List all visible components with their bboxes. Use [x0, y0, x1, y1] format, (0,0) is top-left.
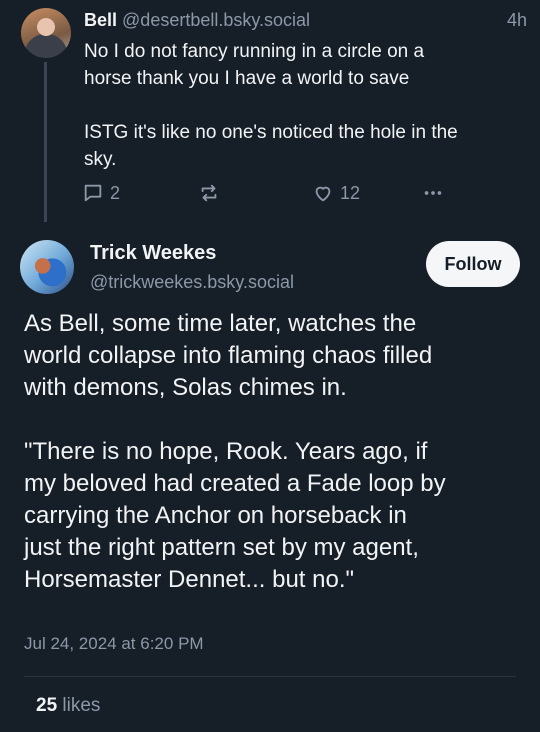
post-actions: 2 12: [82, 182, 462, 208]
repost-arrows-icon: [201, 184, 217, 202]
like-button[interactable]: 12: [312, 182, 360, 204]
reply-count: 2: [110, 182, 121, 203]
parent-handle[interactable]: @desertbell.bsky.social: [122, 10, 310, 30]
avatar[interactable]: [20, 240, 74, 294]
reply-bubble-icon: [84, 184, 102, 202]
main-display-name[interactable]: Trick Weekes: [90, 242, 216, 265]
parent-post[interactable]: Bell @desertbell.bsky.social 4h No I do …: [0, 0, 540, 222]
repost-button[interactable]: [198, 182, 220, 204]
heart-icon: [315, 186, 331, 202]
parent-post-header: Bell @desertbell.bsky.social: [84, 10, 310, 31]
likes-label: likes: [62, 695, 101, 716]
likes-count: 25: [36, 695, 58, 716]
thread-line: [44, 62, 47, 222]
like-count: 12: [340, 182, 361, 203]
divider: [24, 676, 516, 677]
avatar[interactable]: [21, 8, 71, 58]
main-post-text: As Bell, some time later, watches the wo…: [24, 310, 446, 593]
post-timestamp: Jul 24, 2024 at 6:20 PM: [24, 634, 204, 653]
more-options-button[interactable]: [422, 182, 444, 204]
parent-display-name[interactable]: Bell: [84, 10, 117, 30]
reply-button[interactable]: 2: [82, 182, 120, 204]
follow-button[interactable]: Follow: [426, 241, 520, 287]
main-handle[interactable]: @trickweekes.bsky.social: [90, 272, 294, 293]
parent-post-text: No I do not fancy running in a circle on…: [84, 41, 458, 170]
likes-summary[interactable]: 25 likes: [36, 695, 100, 717]
parent-post-time: 4h: [506, 10, 527, 30]
ellipsis-icon: [424, 191, 442, 195]
